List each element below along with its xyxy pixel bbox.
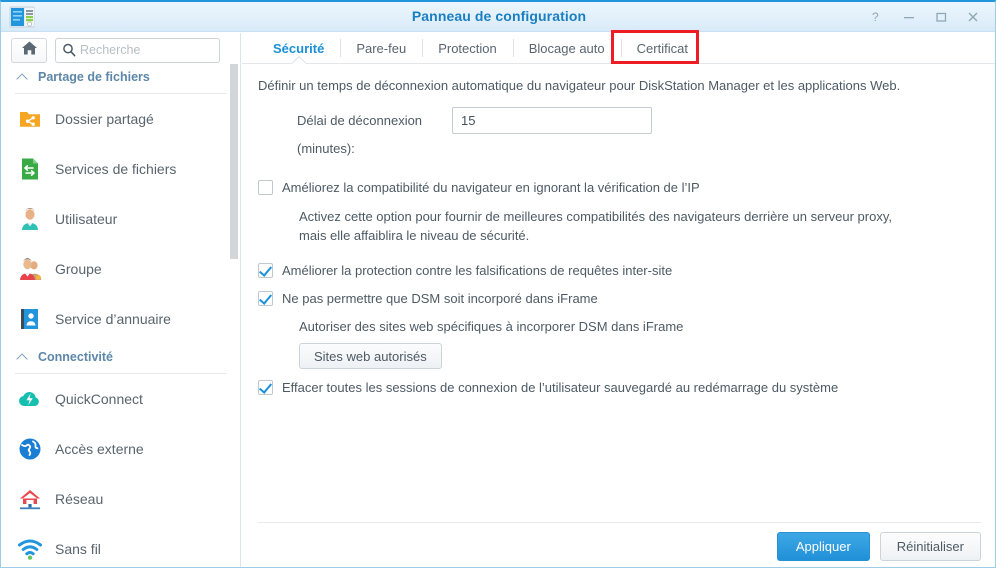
checkbox-label: Ne pas permettre que DSM soit incorporé … xyxy=(282,291,598,306)
tab-label: Sécurité xyxy=(273,40,325,56)
checkbox-row-iframe: Ne pas permettre que DSM soit incorporé … xyxy=(258,290,977,307)
maximize-button[interactable] xyxy=(925,2,957,32)
timeout-label-line2: (minutes): xyxy=(297,141,355,156)
file-services-icon xyxy=(17,156,43,182)
footer-divider xyxy=(258,522,981,523)
title-bar: Panneau de configuration ? xyxy=(1,2,995,32)
group-icon xyxy=(17,256,43,282)
chevron-up-icon xyxy=(17,352,28,363)
quickconnect-icon xyxy=(17,386,43,412)
sidebar-scroll-area: Partage de fichiers Dossier partagé Serv… xyxy=(1,64,240,567)
checkbox-ignore-ip-check[interactable] xyxy=(258,180,273,195)
window-controls: ? xyxy=(861,2,989,32)
timeout-label-line1: Délai de déconnexion xyxy=(297,113,423,128)
sidebar-item-label: QuickConnect xyxy=(55,391,143,407)
sidebar-item-label: Réseau xyxy=(55,491,104,507)
intro-text: Définir un temps de déconnexion automati… xyxy=(258,78,901,93)
tab-label: Certificat xyxy=(636,40,688,56)
tab-label: Protection xyxy=(438,40,497,56)
home-icon xyxy=(21,40,38,61)
checkbox-label: Améliorer la protection contre les falsi… xyxy=(282,263,673,278)
sidebar-group-partage-de-fichiers[interactable]: Partage de fichiers xyxy=(1,64,240,90)
minimize-button[interactable] xyxy=(893,2,925,32)
close-button[interactable] xyxy=(957,2,989,32)
tab-securite[interactable]: Sécurité xyxy=(257,33,340,63)
tab-certificat[interactable]: Certificat xyxy=(620,33,704,63)
checkbox-row-csrf: Améliorer la protection contre les falsi… xyxy=(258,262,977,279)
tab-bar: Sécurité Pare-feu Protection Blocage aut… xyxy=(242,30,995,64)
footer-actions: Appliquer Réinitialiser xyxy=(776,532,981,561)
timeout-field-label: Délai de déconnexion (minutes): xyxy=(297,107,452,163)
sidebar-item-reseau[interactable]: Réseau xyxy=(1,474,240,524)
sidebar-scrollbar-thumb[interactable] xyxy=(230,64,238,259)
reset-button[interactable]: Réinitialiser xyxy=(879,532,981,561)
apply-button[interactable]: Appliquer xyxy=(776,532,870,561)
ip-help-line-2: mais elle affaiblira le niveau de sécuri… xyxy=(299,228,530,243)
checkbox-row-ip-check: Améliorez la compatibilité du navigateur… xyxy=(258,179,977,196)
settings-content: Définir un temps de déconnexion automati… xyxy=(242,64,995,522)
external-access-icon xyxy=(17,436,43,462)
shared-folder-icon xyxy=(17,106,43,132)
tab-label: Pare-feu xyxy=(356,40,407,56)
home-button[interactable] xyxy=(11,37,47,63)
sidebar-group-label: Partage de fichiers xyxy=(38,70,150,84)
help-button[interactable]: ? xyxy=(861,2,893,32)
search-input[interactable] xyxy=(80,43,205,57)
sidebar-item-label: Sans fil xyxy=(55,541,101,557)
sidebar-item-sans-fil[interactable]: Sans fil xyxy=(1,524,240,567)
sidebar-item-label: Utilisateur xyxy=(55,211,118,227)
user-icon xyxy=(17,206,43,232)
tab-pare-feu[interactable]: Pare-feu xyxy=(340,33,422,63)
checkbox-label: Effacer toutes les sessions de connexion… xyxy=(282,380,839,395)
chevron-up-icon xyxy=(17,72,28,83)
sidebar-item-label: Accès externe xyxy=(55,441,144,457)
sidebar-group-label: Connectivité xyxy=(38,350,114,364)
timeout-field-row: Délai de déconnexion (minutes): xyxy=(297,107,977,163)
wireless-icon xyxy=(17,536,43,562)
tab-blocage-auto[interactable]: Blocage auto xyxy=(512,33,621,63)
sidebar-item-groupe[interactable]: Groupe xyxy=(1,244,240,294)
checkbox-csrf-protection[interactable] xyxy=(258,263,273,278)
search-icon xyxy=(62,43,76,57)
tab-label: Blocage auto xyxy=(528,40,605,56)
sidebar-item-label: Service d’annuaire xyxy=(55,311,171,327)
main-panel: Sécurité Pare-feu Protection Blocage aut… xyxy=(242,30,995,567)
sidebar-item-label: Services de fichiers xyxy=(55,161,177,177)
sidebar-item-label: Dossier partagé xyxy=(55,111,154,127)
sidebar: Partage de fichiers Dossier partagé xyxy=(1,33,241,567)
svg-text:?: ? xyxy=(872,10,879,24)
control-panel-window: Panneau de configuration ? Recherche Par… xyxy=(0,0,996,568)
sidebar-item-acces-externe[interactable]: Accès externe xyxy=(1,424,240,474)
sidebar-item-label: Groupe xyxy=(55,261,102,277)
ip-check-help-text: Activez cette option pour fournir de mei… xyxy=(299,207,959,245)
iframe-hint-text: Autoriser des sites web spécifiques à in… xyxy=(299,319,684,334)
sidebar-item-services-de-fichiers[interactable]: Services de fichiers xyxy=(1,144,240,194)
sidebar-item-utilisateur[interactable]: Utilisateur xyxy=(1,194,240,244)
checkbox-row-clear-sessions: Effacer toutes les sessions de connexion… xyxy=(258,379,977,396)
sidebar-toolbar xyxy=(1,33,240,63)
network-icon xyxy=(17,486,43,512)
checkbox-label: Améliorez la compatibilité du navigateur… xyxy=(282,180,700,195)
checkbox-no-iframe[interactable] xyxy=(258,291,273,306)
sidebar-item-quickconnect[interactable]: QuickConnect xyxy=(1,374,240,424)
checkbox-clear-sessions[interactable] xyxy=(258,380,273,395)
window-title: Panneau de configuration xyxy=(411,8,587,24)
allowed-sites-button[interactable]: Sites web autorisés xyxy=(299,343,442,369)
sidebar-item-dossier-partage[interactable]: Dossier partagé xyxy=(1,94,240,144)
tab-protection[interactable]: Protection xyxy=(422,33,513,63)
directory-service-icon xyxy=(17,306,43,332)
search-box[interactable] xyxy=(55,37,220,63)
ip-help-line-1: Activez cette option pour fournir de mei… xyxy=(299,209,892,224)
sidebar-group-connectivite[interactable]: Connectivité xyxy=(1,344,240,370)
timeout-input[interactable] xyxy=(452,107,652,134)
sidebar-item-service-dannuaire[interactable]: Service d’annuaire xyxy=(1,294,240,344)
